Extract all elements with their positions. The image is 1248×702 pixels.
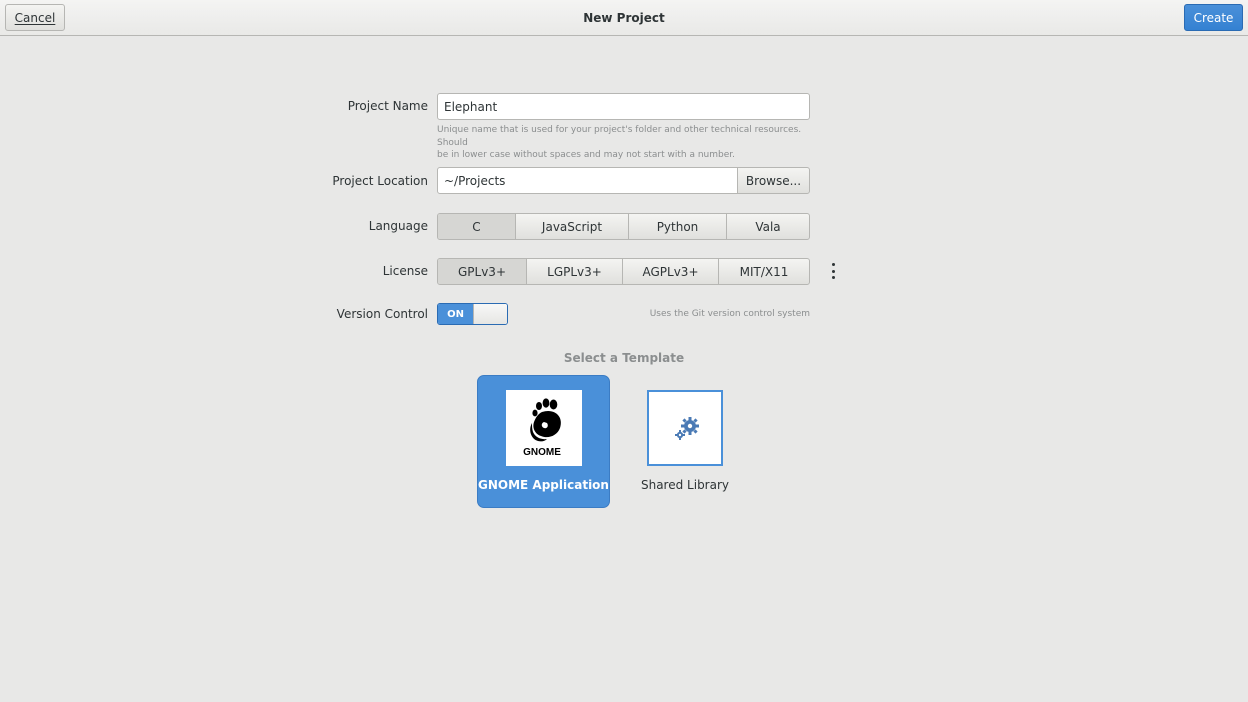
template-section-title: Select a Template [563, 351, 685, 365]
menu-dot [831, 269, 835, 273]
create-button[interactable]: Create [1184, 4, 1243, 31]
project-name-hint: Unique name that is used for your projec… [437, 124, 812, 162]
more-licenses-menu-icon[interactable] [828, 263, 838, 279]
license-option-gplv3[interactable]: GPLv3+ [438, 259, 526, 284]
project-name-label: Project Name [347, 99, 428, 113]
license-option-mit-x11[interactable]: MIT/X11 [718, 259, 809, 284]
template-gnome-application-label: GNOME Application [478, 478, 609, 492]
project-name-value: Elephant [444, 99, 498, 114]
gnome-foot-icon: GNOME [523, 398, 561, 458]
cancel-button-label: Cancel [14, 10, 56, 25]
version-control-switch[interactable]: ON [437, 303, 508, 325]
language-option-python[interactable]: Python [628, 214, 726, 239]
project-name-hint-line1: Unique name that is used for your projec… [437, 125, 802, 148]
language-label: Language [368, 219, 428, 233]
template-shared-library[interactable] [647, 390, 723, 466]
switch-knob[interactable] [473, 304, 507, 324]
gnome-logo-text: GNOME [523, 447, 561, 458]
header-bar: New Project Cancel Create [0, 0, 1248, 36]
menu-dot [831, 276, 835, 279]
cancel-button[interactable]: Cancel [5, 4, 65, 31]
license-selector: GPLv3+ LGPLv3+ AGPLv3+ MIT/X11 [437, 258, 810, 285]
license-option-lgplv3[interactable]: LGPLv3+ [526, 259, 622, 284]
license-label: License [382, 264, 428, 278]
project-location-label: Project Location [332, 174, 428, 188]
project-name-input[interactable]: Elephant [437, 93, 810, 120]
gears-icon [675, 417, 699, 440]
browse-button[interactable]: Browse... [737, 167, 810, 194]
switch-on-label: ON [438, 304, 473, 324]
template-shared-library-label: Shared Library [640, 478, 730, 492]
version-control-label: Version Control [336, 307, 428, 321]
language-option-vala[interactable]: Vala [726, 214, 809, 239]
gnome-logo-icon: GNOME [506, 390, 582, 466]
version-control-hint: Uses the Git version control system [649, 309, 810, 319]
project-location-value: ~/Projects [444, 173, 506, 188]
language-option-c[interactable]: C [438, 214, 515, 239]
license-option-agplv3[interactable]: AGPLv3+ [622, 259, 718, 284]
menu-dot [831, 263, 835, 266]
project-location-input[interactable]: ~/Projects [437, 167, 738, 194]
project-name-hint-line2: be in lower case without spaces and may … [437, 150, 736, 160]
language-option-javascript[interactable]: JavaScript [515, 214, 628, 239]
window-title: New Project [583, 10, 665, 25]
language-selector: C JavaScript Python Vala [437, 213, 810, 240]
